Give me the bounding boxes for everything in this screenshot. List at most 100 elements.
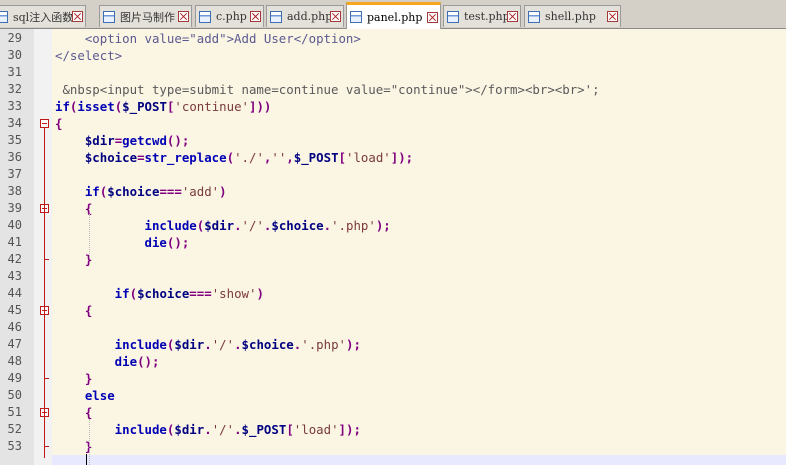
code-token: . [234,422,242,437]
tab-shell-php[interactable]: shell.php [524,5,621,27]
php-file-icon [528,10,540,23]
code-token: getcwd [122,133,167,148]
document-tab-bar: sql注入函数 图片马制作 c.php add.php panel.php test.ph… [0,0,786,29]
code-line[interactable]: 31 [0,64,786,81]
close-icon[interactable] [427,11,438,23]
code-line[interactable]: 32 &nbsp<input type=submit name=continue… [0,81,786,98]
code-text: die(); [55,353,160,370]
line-number: 33 [7,99,22,113]
code-token: die [55,235,167,250]
close-icon[interactable] [250,11,261,22]
php-file-icon [199,10,211,23]
line-number: 34 [7,116,22,130]
tab-c-php[interactable]: c.php [195,5,264,27]
code-line[interactable]: 43 [0,268,786,285]
php-file-icon [350,11,362,23]
code-line[interactable]: 37 [0,166,786,183]
code-line[interactable]: 48 die(); [0,353,786,370]
php-file-icon [0,10,8,23]
code-line[interactable]: 50 else [0,387,786,404]
code-token: ( [129,286,138,301]
code-text: $choice=str_replace('./','',$_POST['load… [55,149,413,166]
code-text: { [55,302,92,319]
code-line[interactable]: 52 include($dir.'/'.$_POST['load']); [0,421,786,438]
code-line[interactable]: 41 die(); [0,234,786,251]
code-line[interactable]: 42 } [0,251,786,268]
code-token: (); [166,235,190,250]
code-line[interactable]: 47 include($dir.'/'.$choice.'.php'); [0,336,786,353]
code-token: } [55,252,93,267]
line-number: 38 [7,184,22,198]
code-line[interactable]: 49 } [0,370,786,387]
code-token: </select> [55,48,123,63]
code-token: ])) [249,99,272,114]
code-line[interactable]: 40 include($dir.'/'.$choice.'.php'); [0,217,786,234]
code-line[interactable]: 38 if($choice==='add') [0,183,786,200]
code-text: if($choice==='show') [55,285,264,302]
code-line[interactable]: 53 } [0,438,786,455]
code-token: , [286,150,294,165]
code-token: . [234,218,242,233]
close-icon[interactable] [607,11,618,22]
code-token: $dir [174,422,205,437]
code-token: $_POST [241,422,287,437]
line-number: 42 [7,252,22,266]
code-token: '.php' [331,218,376,233]
code-token: ]); [390,150,414,165]
code-line[interactable]: 45 { [0,302,786,319]
tab-panel-php[interactable]: panel.php [346,2,441,29]
code-line[interactable]: 34 { [0,115,786,132]
code-line[interactable] [0,455,786,465]
code-token: { [55,116,63,131]
tab-1[interactable]: 图片马制作 [99,5,192,27]
close-icon[interactable] [178,11,189,22]
code-token: { [55,303,93,318]
code-token: ); [375,218,391,233]
fold-collapse-icon[interactable] [40,119,49,128]
code-token: die [55,354,138,369]
code-token: 'show' [211,286,257,301]
code-token: $dir [174,337,205,352]
code-token: ) [219,184,227,199]
code-token: '/' [211,337,235,352]
code-token: if [55,286,130,301]
code-token: $choice [241,337,294,352]
code-line[interactable]: 33 if(isset($_POST['continue'])) [0,98,786,115]
line-number: 48 [7,354,22,368]
line-number: 52 [7,422,22,436]
code-line[interactable]: 35 $dir=getcwd(); [0,132,786,149]
tab-sql[interactable]: sql注入函数 [0,5,86,27]
code-line[interactable]: 36 $choice=str_replace('./','',$_POST['l… [0,149,786,166]
close-icon[interactable] [72,11,83,22]
code-line[interactable]: 29 <option value="add">Add User</option> [0,30,786,47]
code-line[interactable]: 44 if($choice==='show') [0,285,786,302]
code-token: } [55,371,93,386]
code-editor[interactable]: 29 <option value="add">Add User</option>… [0,29,786,465]
code-token: { [55,201,93,216]
line-number: 41 [7,235,22,249]
code-token: '/' [211,422,235,437]
code-text: include($dir.'/'.$_POST['load']); [55,421,361,438]
code-token: isset [77,99,115,114]
code-line[interactable]: 51 { [0,404,786,421]
code-text: include($dir.'/'.$choice.'.php'); [55,217,391,234]
tab-test-php[interactable]: test.php [443,5,521,27]
tab-label: c.php [216,10,247,23]
line-number: 44 [7,286,22,300]
php-file-icon [103,10,115,23]
code-line[interactable]: 30 </select> [0,47,786,64]
php-file-icon [447,10,459,23]
line-number: 40 [7,218,22,232]
close-icon[interactable] [507,11,518,22]
line-number: 43 [7,269,22,283]
tab-label: sql注入函数 [13,10,72,24]
tab-add-php[interactable]: add.php [266,5,344,27]
indent-guide [89,214,90,258]
code-line[interactable]: 46 [0,319,786,336]
code-token: === [159,184,182,199]
code-token: './' [234,150,264,165]
close-icon[interactable] [330,11,341,22]
code-text: { [55,115,62,132]
code-line[interactable]: 39 { [0,200,786,217]
tab-label: 图片马制作 [120,10,175,24]
